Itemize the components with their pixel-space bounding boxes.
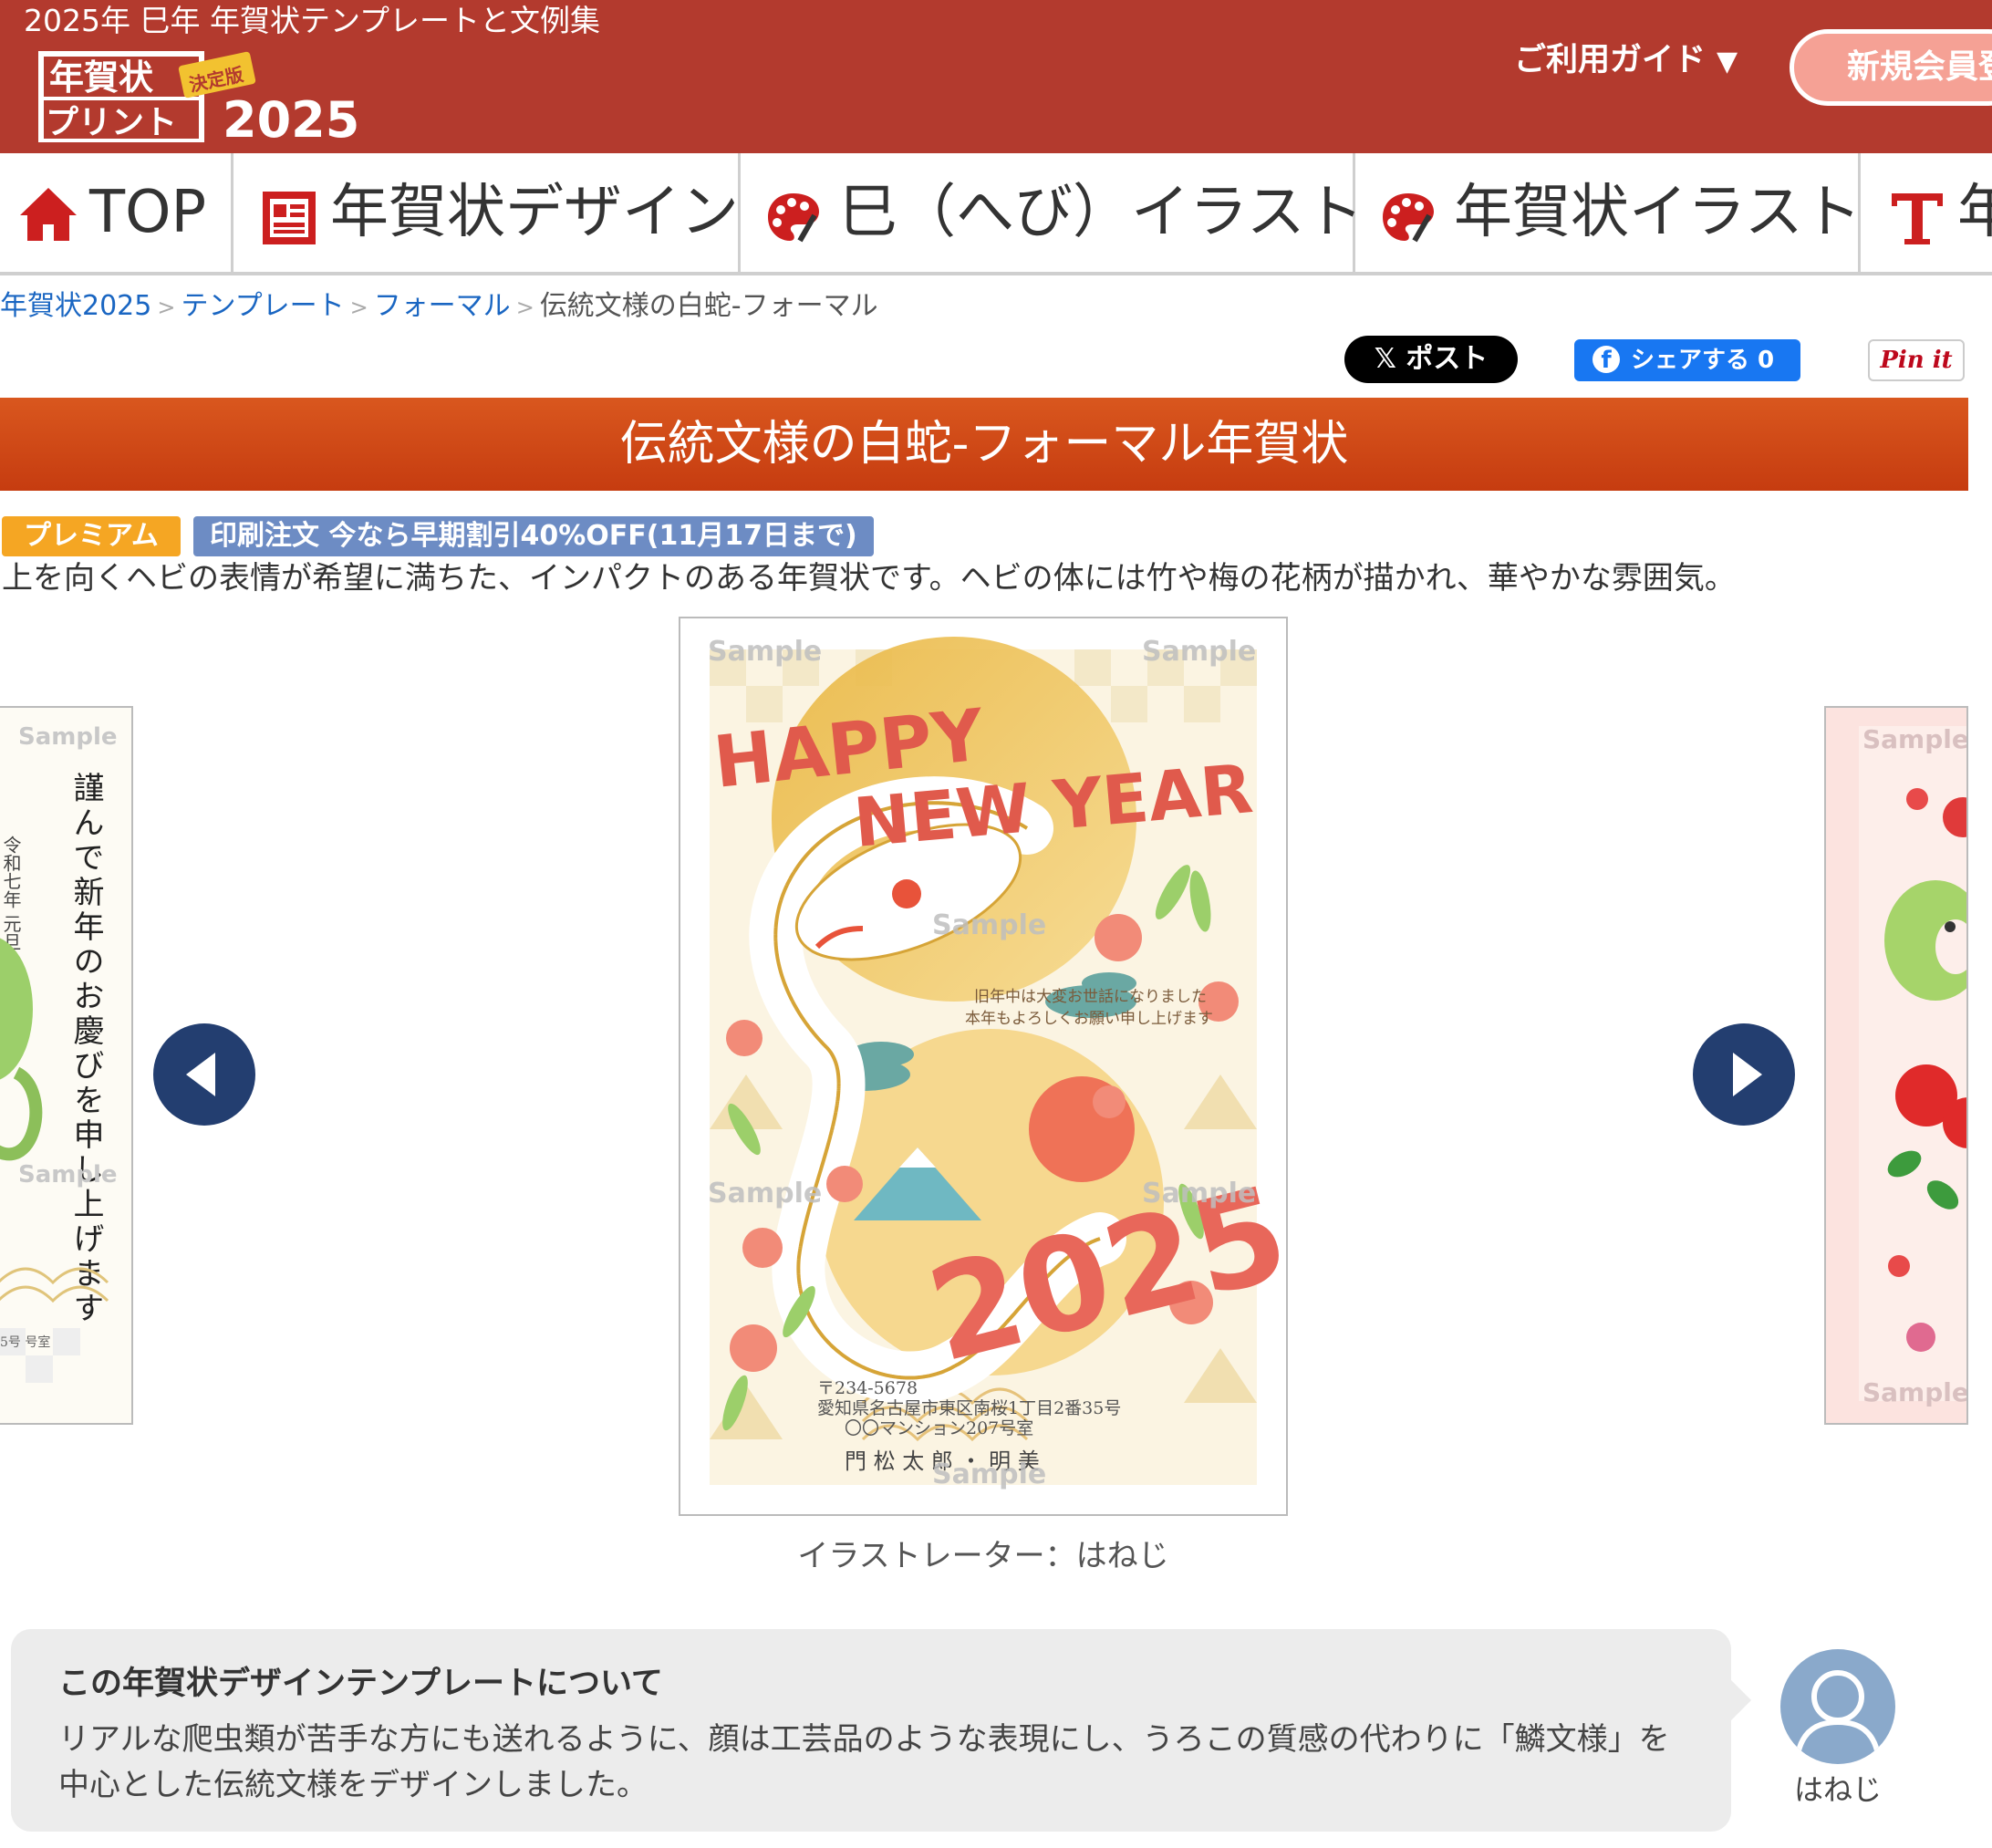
watermark: Sample xyxy=(18,723,118,751)
new-year-card-art: HAPPY NEW YEAR 旧年中は大変お世話になりました 本年もよろしくお願… xyxy=(680,618,1302,1514)
watermark: Sample xyxy=(708,1178,822,1210)
breadcrumb-separator: > xyxy=(157,295,176,320)
prev-card-date: 令和七年 元旦 xyxy=(0,836,22,951)
about-text: リアルな爬虫類が苦手な方にも送れるように、顔は工芸品のような表現にし、うろこの質… xyxy=(58,1721,1670,1803)
card-greeting-line2: 本年もよろしくお願い申し上げます xyxy=(965,1010,1213,1028)
facebook-share-button[interactable]: f シェアする 0 xyxy=(1574,339,1800,381)
prev-design-thumbnail[interactable]: Sample 謹んで新年のお慶びを申し上げます 令和七年 元旦 Sample 5… xyxy=(0,706,133,1425)
design-icon xyxy=(263,192,316,244)
chevron-right-icon xyxy=(1733,1053,1762,1096)
breadcrumb-current: 伝統文様の白蛇-フォーマル xyxy=(539,290,878,322)
nav-item-design[interactable]: 年賀状デザイン xyxy=(233,153,741,272)
x-post-button[interactable]: 𝕏 ポスト xyxy=(1344,336,1518,383)
nav-label-illust: 年賀状イラスト xyxy=(1454,179,1862,246)
logo-line2: プリント xyxy=(46,104,177,141)
watermark: Sample xyxy=(18,1161,118,1189)
carousel-prev-button[interactable] xyxy=(153,1023,255,1126)
breadcrumb-link[interactable]: フォーマル xyxy=(374,290,511,322)
watermark: Sample xyxy=(1142,1178,1256,1210)
breadcrumb-separator: > xyxy=(349,295,368,320)
about-title: この年賀状デザインテンプレートについて xyxy=(58,1666,663,1702)
palette-icon xyxy=(768,193,819,243)
logo-line1: 年賀状 xyxy=(49,57,154,98)
prev-card-address: 5号 号室 xyxy=(0,1334,50,1350)
nav-item-text[interactable]: 年賀状文例 xyxy=(1861,153,1992,272)
facebook-share-label: シェアする 0 xyxy=(1631,347,1775,374)
breadcrumb-separator: > xyxy=(515,295,534,320)
watermark: Sample xyxy=(1862,1377,1966,1407)
site-tagline: 2025年 巳年 年賀状テンプレートと文例集 xyxy=(24,3,600,38)
card-address-line2: 〇〇マンション207号室 xyxy=(845,1418,1033,1438)
nav-label-text: 年賀状文例 xyxy=(1957,179,1992,246)
next-card-art: Sample Sample xyxy=(1826,708,1966,1423)
about-template-box: この年賀状デザインテンプレートについて リアルな爬虫類が苦手な方にも送れるように… xyxy=(11,1629,1751,1832)
home-icon xyxy=(20,188,77,241)
nav-label-snake-illust: 巳（へび）イラスト xyxy=(839,179,1364,246)
premium-badge: プレミアム xyxy=(2,516,181,556)
chevron-left-icon xyxy=(186,1053,215,1096)
watermark: Sample xyxy=(932,909,1046,941)
facebook-icon: f xyxy=(1593,345,1620,374)
user-guide-link[interactable]: ご利用ガイド ▼ xyxy=(1514,40,1738,82)
nav-label-design: 年賀状デザイン xyxy=(330,179,739,246)
logo-year: 2025 xyxy=(223,91,359,146)
sale-badge: 印刷注文 今なら早期割引40%OFF(11月17日まで) xyxy=(193,516,874,556)
avatar[interactable] xyxy=(1780,1649,1895,1764)
design-description: 上を向くヘビの表情が希望に満ちた、インパクトのある年賀状です。ヘビの体には竹や梅… xyxy=(2,560,1736,597)
chevron-down-icon: ▼ xyxy=(1717,46,1738,78)
card-address-line1: 愛知県名古屋市東区南桜1丁目2番35号 xyxy=(817,1398,1121,1418)
watermark: Sample xyxy=(708,636,822,668)
user-guide-label: ご利用ガイド xyxy=(1514,42,1707,78)
illustrator-credit: イラストレーター：はねじ xyxy=(797,1538,1169,1574)
pinterest-button[interactable]: Pin it xyxy=(1868,339,1965,381)
main-nav: TOP 年賀状デザイン 巳（へび）イラスト 年賀状イラスト 年 xyxy=(0,153,1992,275)
breadcrumb: 年賀状2025 > テンプレート > フォーマル > 伝統文様の白蛇-フォーマル xyxy=(0,286,878,327)
register-button[interactable]: 新規会員登録 xyxy=(1790,29,1992,106)
palette-icon xyxy=(1383,193,1434,243)
nav-item-illust[interactable]: 年賀状イラスト xyxy=(1355,153,1862,272)
x-post-label: ポスト xyxy=(1406,343,1489,375)
user-icon xyxy=(1794,1670,1882,1761)
text-icon xyxy=(1892,193,1943,244)
nav-label-top: TOP xyxy=(89,179,207,246)
next-design-thumbnail[interactable]: Sample Sample xyxy=(1824,706,1968,1425)
carousel-next-button[interactable] xyxy=(1693,1023,1795,1126)
site-header: 2025年 巳年 年賀状テンプレートと文例集 年賀状 プリント 決定版 2025… xyxy=(0,0,1992,153)
watermark: Sample xyxy=(1142,636,1256,668)
site-logo[interactable]: 年賀状 プリント 決定版 2025 xyxy=(36,46,365,146)
author-name: はねじ xyxy=(1793,1772,1882,1807)
breadcrumb-link[interactable]: 年賀状2025 xyxy=(0,290,151,322)
card-postal-code: 〒234-5678 xyxy=(817,1378,918,1398)
x-icon: 𝕏 xyxy=(1374,343,1406,375)
prev-card-text: 謹んで新年のお慶びを申し上げます xyxy=(67,772,104,1326)
watermark: Sample xyxy=(1862,724,1966,754)
prev-card-art: Sample 謹んで新年のお慶びを申し上げます 令和七年 元旦 Sample 5… xyxy=(0,708,131,1423)
nav-item-top[interactable]: TOP xyxy=(0,153,233,272)
nav-item-snake-illust[interactable]: 巳（へび）イラスト xyxy=(741,153,1364,272)
watermark: Sample xyxy=(932,1459,1046,1490)
breadcrumb-link[interactable]: テンプレート xyxy=(181,290,344,322)
main-design-preview[interactable]: HAPPY NEW YEAR 旧年中は大変お世話になりました 本年もよろしくお願… xyxy=(679,617,1302,1516)
card-greeting-line1: 旧年中は大変お世話になりました xyxy=(974,988,1207,1006)
page-title: 伝統文様の白蛇-フォーマル年賀状 xyxy=(0,398,1968,491)
